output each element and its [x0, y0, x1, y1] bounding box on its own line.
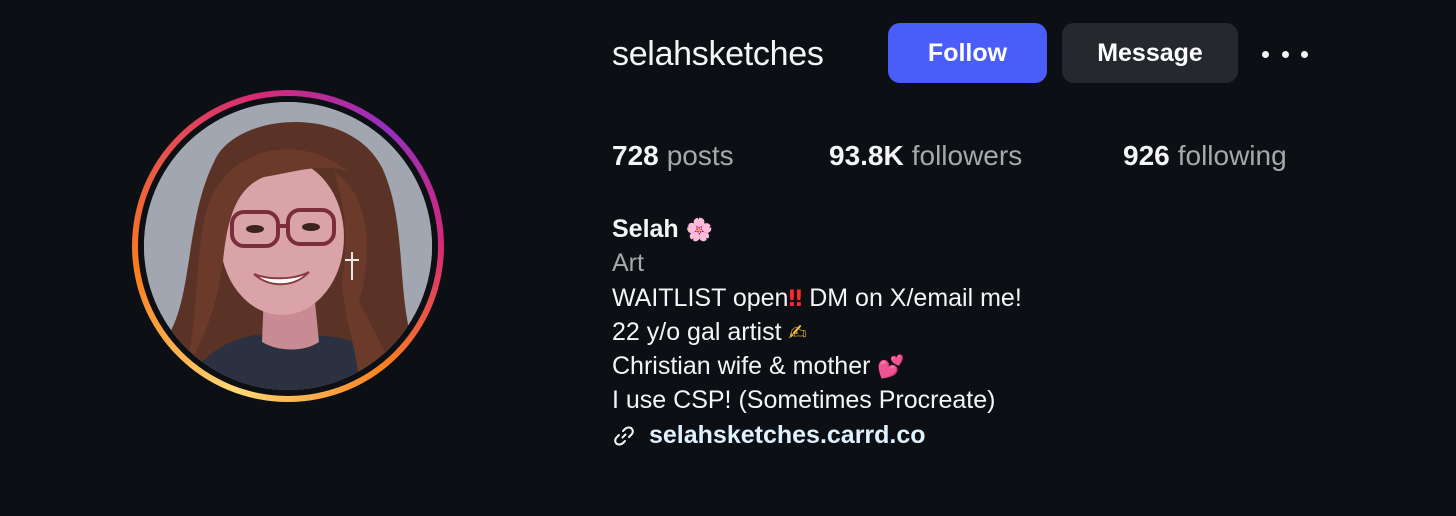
avatar-illustration — [144, 102, 432, 390]
bio-line-family: Christian wife & mother 💕 — [612, 349, 1022, 383]
ellipsis-icon[interactable] — [1262, 40, 1308, 68]
bio-text: 22 y/o gal artist — [612, 317, 789, 346]
bio-text: I use CSP! (Sometimes Procreate) — [612, 386, 996, 415]
followers-value: 93.8K — [829, 140, 904, 171]
posts-value: 728 — [612, 140, 659, 171]
category-label: Art — [612, 249, 644, 278]
bio-line-waitlist: WAITLIST open‼ DM on X/email me! — [612, 281, 1022, 315]
following-link[interactable]: 926 following — [1123, 138, 1287, 174]
bio-text: Christian wife & mother — [612, 352, 878, 381]
bio-text: WAITLIST open — [612, 283, 789, 312]
following-label: following — [1177, 140, 1287, 171]
avatar-ring-gap — [138, 96, 438, 396]
avatar-story-ring[interactable] — [132, 90, 444, 402]
two-hearts-emoji: 💕 — [877, 355, 905, 381]
message-button[interactable]: Message — [1062, 23, 1238, 83]
cherry-blossom-emoji: 🌸 — [685, 218, 714, 243]
bio-link-text[interactable]: selahsketches.carrd.co — [649, 418, 926, 452]
avatar[interactable] — [144, 102, 432, 390]
bio-line-artist: 22 y/o gal artist ✍ — [612, 315, 1022, 349]
posts-count: 728 posts — [612, 138, 734, 174]
profile-header: selahsketches Follow Message 728 posts 93… — [0, 0, 1456, 516]
following-value: 926 — [1123, 140, 1170, 171]
bio-link[interactable]: selahsketches.carrd.co — [612, 418, 1022, 452]
bio-text: DM on X/email me! — [802, 283, 1022, 312]
username: selahsketches — [612, 35, 824, 73]
bio-line-tools: I use CSP! (Sometimes Procreate) — [612, 383, 1022, 417]
full-name: Selah — [612, 215, 679, 243]
full-name-row: Selah 🌸 — [612, 212, 1022, 246]
followers-label: followers — [911, 140, 1023, 171]
ellipsis-dot — [1262, 50, 1269, 58]
ellipsis-dot — [1301, 50, 1308, 58]
double-exclamation-emoji: ‼ — [788, 286, 803, 312]
link-icon — [614, 426, 634, 446]
posts-label: posts — [666, 140, 734, 171]
writing-hand-emoji: ✍ — [788, 320, 807, 346]
bio: Selah 🌸 Art WAITLIST open‼ DM on X/email… — [612, 212, 1022, 452]
ellipsis-dot — [1281, 50, 1289, 58]
followers-link[interactable]: 93.8K followers — [829, 138, 1022, 174]
follow-button[interactable]: Follow — [888, 23, 1047, 83]
